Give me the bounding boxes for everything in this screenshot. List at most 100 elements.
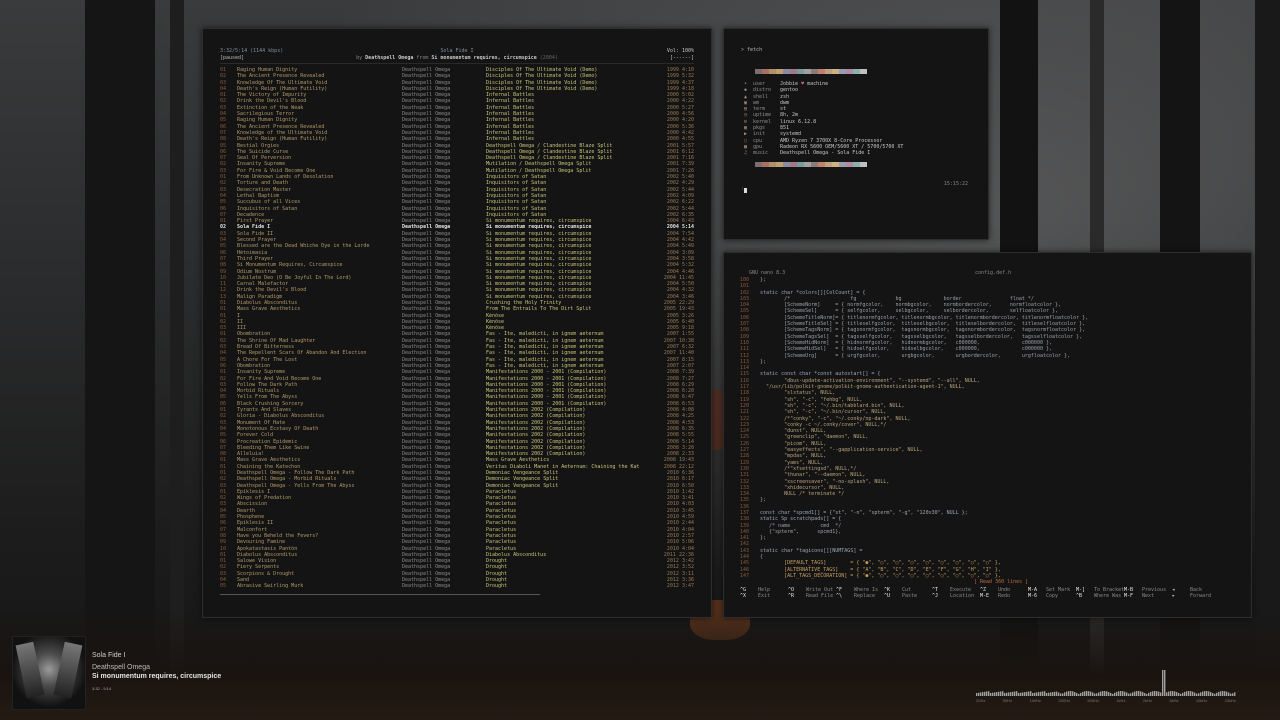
- spectrum-bar: [1104, 691, 1106, 696]
- line-text: };: [760, 277, 767, 283]
- frequency-label: 100Hz: [1029, 698, 1042, 703]
- spectrum-bar: [1018, 693, 1020, 696]
- color-swatch: [762, 69, 769, 74]
- nano-editor-window[interactable]: GNU nano 8.3 config.def.h 100}; 101 102 sta…: [723, 252, 1252, 618]
- current-album: Si monumentum requires, circumspice: [431, 54, 537, 61]
- help-item[interactable]: M-E Redo: [980, 593, 1028, 599]
- help-item[interactable]: ▸ Forward: [1172, 593, 1220, 599]
- help-label: Location: [950, 593, 975, 600]
- spectrum-bar: [1130, 693, 1132, 696]
- help-item[interactable]: ^\ Replace: [836, 593, 884, 599]
- spectrum-bar: [1074, 692, 1076, 696]
- spectrum-bar: [1122, 691, 1124, 696]
- spectrum-bar: [1202, 691, 1204, 696]
- spectrum-bar: [1010, 692, 1012, 696]
- track-list[interactable]: 01 Raging Human Dignity Deathspell Omega Di…: [220, 67, 694, 617]
- spectrum-bar: [1092, 692, 1094, 696]
- help-item[interactable]: ^U Paste: [884, 593, 932, 599]
- color-swatch: [860, 69, 867, 74]
- color-swatches-bottom: [755, 162, 867, 167]
- spectrum-bar: [1084, 691, 1086, 696]
- spectrum-bar: [1150, 691, 1152, 696]
- help-item[interactable]: ^X Exit: [740, 593, 788, 599]
- volume-label: Vol: 100%: [666, 48, 694, 54]
- spectrum-bar: [1228, 692, 1230, 696]
- help-item[interactable]: ^J Location: [932, 593, 980, 599]
- help-item[interactable]: M-6 Copy: [1028, 593, 1076, 599]
- code-area[interactable]: 100}; 101 102 static char *colors[][ColCoun…: [740, 277, 1088, 579]
- spectrum-bar: [1128, 693, 1130, 696]
- spectrum-bar: [1176, 692, 1178, 696]
- line-text: [SchemeUrg] = { urgfgcolor, urgbgcolor, …: [760, 352, 1071, 359]
- spectrum-bar: [1138, 691, 1140, 696]
- color-swatch: [790, 69, 797, 74]
- spectrum-bar: [1230, 693, 1232, 696]
- spectrum-bar: [1048, 692, 1050, 696]
- line-text: NULL /* terminate */: [760, 491, 845, 498]
- color-swatch: [818, 162, 825, 167]
- help-label: Copy: [1046, 593, 1059, 600]
- album-cover: [12, 636, 86, 710]
- spectrum-bar: [1008, 692, 1010, 696]
- color-swatch: [846, 162, 853, 167]
- user-name: Jobbie: [780, 81, 799, 87]
- help-key: M-E: [980, 593, 990, 600]
- header-divider: [220, 63, 694, 64]
- spectrum-bar: [1136, 691, 1138, 696]
- spectrum-bar: [1004, 693, 1006, 696]
- track-artist: Deathspell Omega: [402, 583, 451, 590]
- frequency-label: 20Hz: [976, 698, 986, 703]
- track-row[interactable]: 05 Abrasive Swirling Murk Deathspell Omega…: [220, 583, 694, 589]
- cover-art-wing: [15, 641, 45, 699]
- spectrum-bar: [1126, 692, 1128, 696]
- help-key: ^B: [1076, 593, 1083, 600]
- help-label: Redo: [998, 593, 1011, 600]
- spectrum-bar: [1016, 691, 1018, 696]
- spectrum-bar: [1224, 691, 1226, 696]
- spectrum-bar: [1062, 693, 1064, 696]
- spectrum-bar: [1086, 691, 1088, 696]
- now-playing-line: Sola Fide I by Deathspell Omega from Si …: [220, 48, 694, 61]
- help-key: M-F: [1124, 593, 1134, 600]
- help-item[interactable]: ^R Read File: [788, 593, 836, 599]
- spectrum-bar: [1160, 692, 1162, 696]
- color-swatches-top: [755, 69, 867, 74]
- spectrum-bar: [1040, 691, 1042, 696]
- by-label: by: [356, 54, 363, 61]
- color-swatch: [839, 69, 846, 74]
- fetch-terminal-window[interactable]: > fetch • user Jobbie ♥ machine ◆ distro g…: [723, 28, 989, 240]
- line-text: static char *tagicons[][NUMTAGS] =: [760, 547, 863, 554]
- nano-version: GNU nano 8.3: [749, 270, 786, 276]
- spectrum-bar: [998, 691, 1000, 696]
- cover-art-wing: [53, 641, 83, 699]
- spectrum-bar: [1076, 692, 1078, 696]
- spectrum-bar: [1038, 692, 1040, 696]
- spectrum-bar: [1106, 691, 1108, 696]
- spectrum-bar: [1026, 691, 1028, 696]
- spectrum-bar: [1124, 691, 1126, 696]
- track-year-duration: 2012 3:47: [666, 583, 694, 590]
- spectrum-bar: [1184, 691, 1186, 696]
- spectrum-bar: [1022, 692, 1024, 696]
- spectrum-bar: [1034, 692, 1036, 696]
- current-artist: Deathspell Omega: [365, 54, 414, 61]
- line-text: };: [760, 358, 767, 365]
- spectrum-bar: [1234, 692, 1236, 696]
- spectrum-bar: [1058, 692, 1060, 696]
- spectrum-bar: [1088, 691, 1090, 696]
- spectrum-bar: [984, 691, 986, 696]
- color-swatch: [804, 69, 811, 74]
- code-line: 112 [SchemeUrg] = { urgfgcolor, urgbgcol…: [740, 353, 1088, 359]
- spectrum-bar: [1222, 691, 1224, 696]
- terminal-cursor[interactable]: [744, 188, 747, 193]
- prompt-symbol: >: [741, 47, 745, 53]
- spectrum-bar: [1120, 691, 1122, 696]
- frequency-label: 200Hz: [1058, 698, 1070, 703]
- spectrum-bar: [1186, 691, 1188, 696]
- code-line: 147 [ALT_TAGS_DECORATION] = { "●", "○", …: [740, 573, 1088, 579]
- music-player-window[interactable]: 3:32/5:14 (1144 kbps) [paused] Sola Fide…: [202, 28, 712, 618]
- help-item[interactable]: ^B Where Was: [1076, 593, 1124, 599]
- spectrum-bar: [1024, 692, 1026, 696]
- help-item[interactable]: M-F Next: [1124, 593, 1172, 599]
- progress-bar[interactable]: [220, 594, 540, 595]
